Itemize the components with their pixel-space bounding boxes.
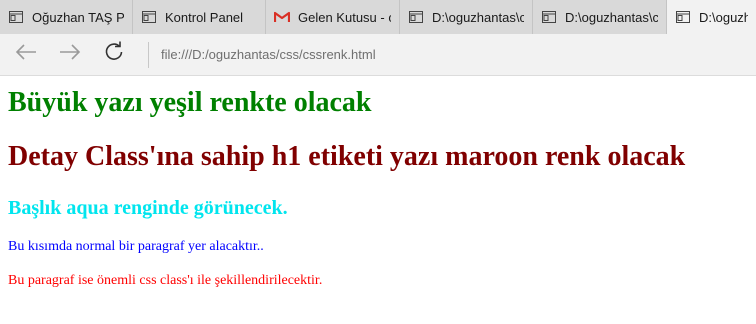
tab-local-file-1[interactable]: D:\oguzhantas\c [400, 0, 533, 34]
tab-active-local-file[interactable]: D:\oguzha [667, 0, 756, 34]
gmail-icon [274, 10, 290, 24]
heading-green: Büyük yazı yeşil renkte olacak [8, 87, 372, 118]
document-icon [541, 10, 557, 24]
heading-maroon-detay: Detay Class'ına sahip h1 etiketi yazı ma… [8, 141, 686, 172]
tab-strip: Oğuzhan TAŞ Pro Kontrol Panel Gelen Kutu… [0, 0, 756, 34]
heading-aqua: Başlık aqua renginde görünecek. [8, 197, 288, 219]
document-icon [408, 10, 424, 24]
paragraph-blue: Bu kısımda normal bir paragraf yer alaca… [8, 239, 264, 254]
document-icon [8, 10, 24, 24]
tab-local-file-2[interactable]: D:\oguzhantas\cs [533, 0, 667, 34]
arrow-right-icon [59, 43, 81, 66]
refresh-button[interactable] [92, 34, 136, 76]
tab-title: Gelen Kutusu - o [298, 9, 391, 25]
forward-button[interactable] [48, 34, 92, 76]
back-button[interactable] [4, 34, 48, 76]
tab-gelen-kutusu[interactable]: Gelen Kutusu - o [266, 0, 400, 34]
tab-title: D:\oguzhantas\c [432, 9, 524, 25]
page-content: Büyük yazı yeşil renkte olacak Detay Cla… [0, 77, 756, 324]
tab-title: D:\oguzha [699, 9, 748, 25]
document-icon [141, 10, 157, 24]
tab-title: Oğuzhan TAŞ Pro [32, 9, 124, 25]
tab-kontrol-panel[interactable]: Kontrol Panel [133, 0, 266, 34]
address-bar[interactable]: file:///D:/oguzhantas/css/cssrenk.html [161, 47, 376, 62]
arrow-left-icon [15, 43, 37, 66]
tab-oguzhan-tas-pro[interactable]: Oğuzhan TAŞ Pro [0, 0, 133, 34]
tab-title: D:\oguzhantas\cs [565, 9, 658, 25]
paragraph-red-onemli: Bu paragraf ise önemli css class'ı ile ş… [8, 273, 323, 288]
document-icon [675, 10, 691, 24]
refresh-icon [103, 41, 125, 68]
tab-title: Kontrol Panel [165, 9, 244, 25]
navigation-bar: file:///D:/oguzhantas/css/cssrenk.html [0, 34, 756, 76]
toolbar-divider [148, 41, 149, 68]
